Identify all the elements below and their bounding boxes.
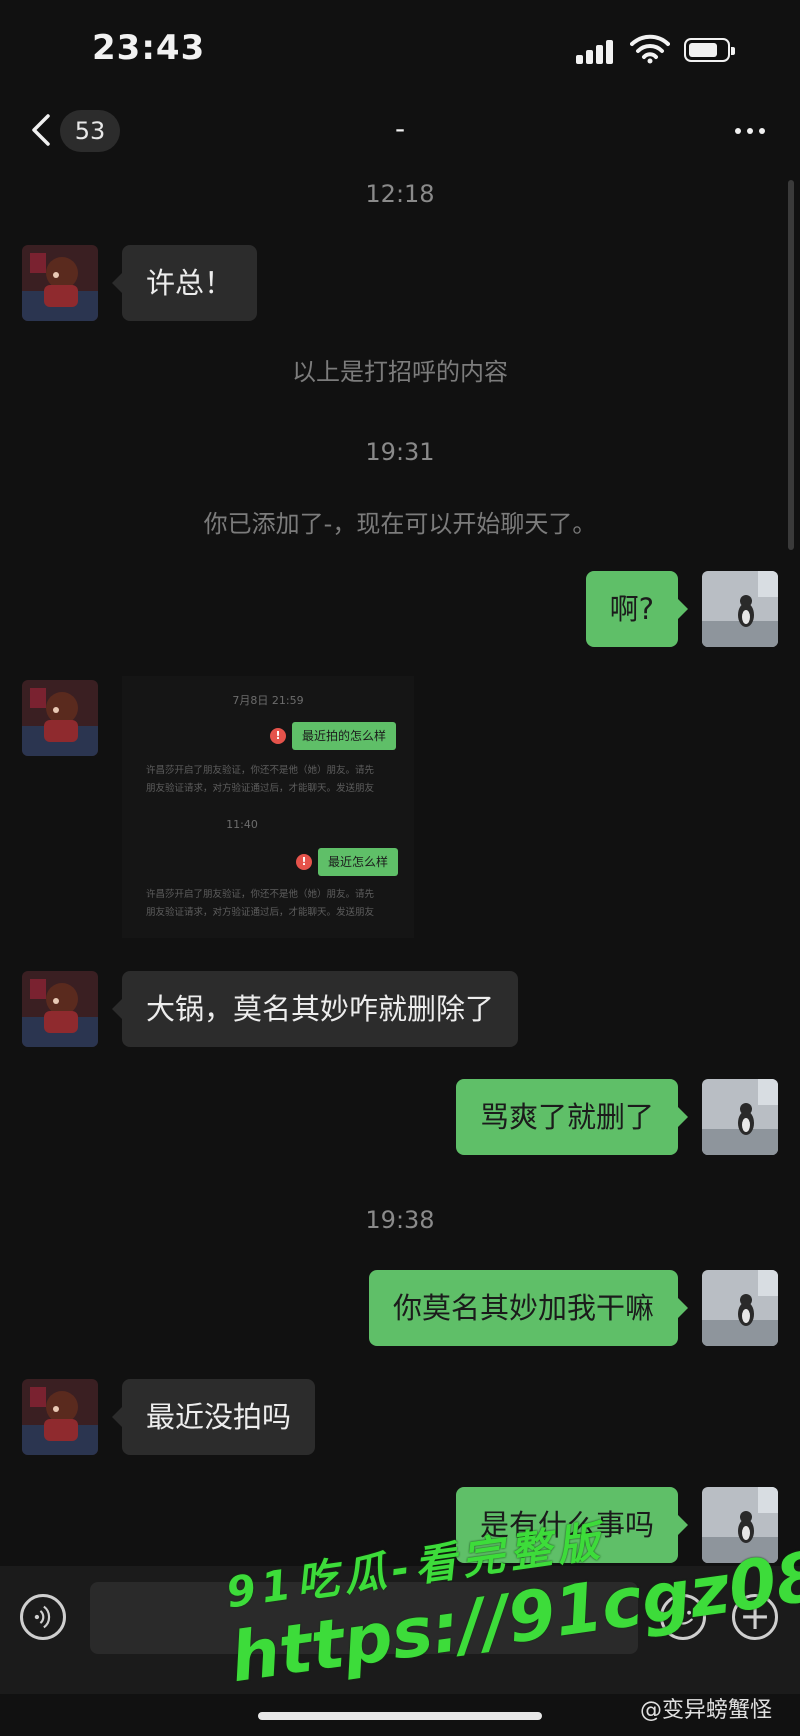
screenshot-notice: 许昌莎开启了朋友验证，你还不是他（她）朋友。请先 bbox=[146, 765, 375, 776]
timestamp: 12:18 bbox=[365, 180, 435, 208]
contact-avatar[interactable] bbox=[22, 680, 98, 756]
image-message-screenshot[interactable]: 7月8日 21:59 ! 最近拍的怎么样 许昌莎开启了朋友验证，你还不是他（她）… bbox=[122, 676, 414, 938]
send-failed-icon: ! bbox=[296, 854, 312, 870]
my-avatar[interactable] bbox=[702, 1270, 778, 1346]
timestamp: 19:38 bbox=[365, 1206, 435, 1234]
home-indicator[interactable] bbox=[258, 1712, 542, 1720]
screenshot-bubble: 最近拍的怎么样 bbox=[292, 722, 397, 750]
my-avatar[interactable] bbox=[702, 1079, 778, 1155]
screenshot-time: 7月8日 21:59 bbox=[232, 694, 304, 707]
weibo-watermark: @变异螃蟹怪 bbox=[640, 1698, 773, 1723]
screenshot-time: 11:40 bbox=[226, 818, 258, 831]
outgoing-message[interactable]: 啊? bbox=[585, 571, 689, 647]
system-notice: 以上是打招呼的内容 bbox=[292, 358, 508, 386]
incoming-message[interactable]: 最近没拍吗 bbox=[111, 1379, 316, 1455]
incoming-message[interactable]: 许总！ bbox=[111, 245, 258, 321]
status-time: 23:43 bbox=[92, 28, 206, 68]
screenshot-notice: 朋友验证请求，对方验证通过后，才能聊天。发送朋友 bbox=[146, 783, 375, 794]
timestamp: 19:31 bbox=[365, 438, 435, 466]
battery-icon bbox=[684, 38, 735, 62]
screenshot-bubble: 最近怎么样 bbox=[318, 848, 399, 876]
outgoing-message[interactable]: 你莫名其妙加我干嘛 bbox=[368, 1270, 689, 1346]
screenshot-notice: 许昌莎开启了朋友验证，你还不是他（她）朋友。请先 bbox=[146, 889, 375, 900]
screenshot-notice: 朋友验证请求，对方验证通过后，才能聊天。发送朋友 bbox=[146, 907, 375, 918]
send-failed-icon: ! bbox=[270, 728, 286, 744]
my-avatar[interactable] bbox=[702, 571, 778, 647]
outgoing-message[interactable]: 骂爽了就删了 bbox=[455, 1079, 689, 1155]
voice-input-icon[interactable] bbox=[20, 1594, 66, 1640]
incoming-message[interactable]: 大锅，莫名其妙咋就删除了 bbox=[111, 971, 519, 1047]
wifi-icon bbox=[630, 34, 670, 64]
contact-avatar[interactable] bbox=[22, 245, 98, 321]
contact-avatar[interactable] bbox=[22, 1379, 98, 1455]
chat-title: - bbox=[394, 112, 406, 145]
contact-avatar[interactable] bbox=[22, 971, 98, 1047]
system-notice: 你已添加了-，现在可以开始聊天了。 bbox=[203, 510, 597, 538]
cellular-signal-icon bbox=[576, 38, 620, 64]
unread-count-badge[interactable]: 53 bbox=[60, 110, 120, 152]
more-options-icon[interactable] bbox=[728, 116, 772, 146]
back-chevron-icon[interactable] bbox=[28, 112, 58, 148]
